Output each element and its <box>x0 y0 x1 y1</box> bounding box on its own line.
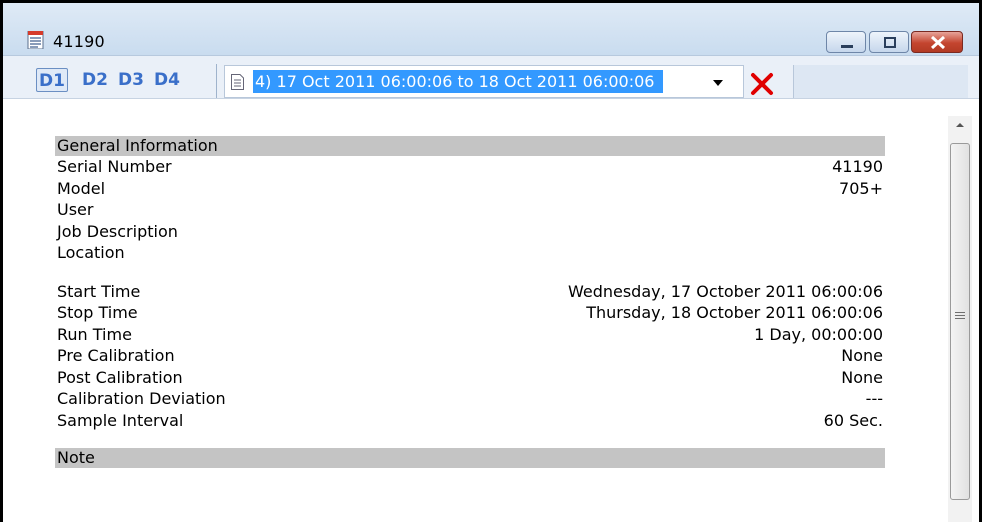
field-label: Location <box>57 243 125 262</box>
field-value: None <box>841 346 883 365</box>
info-row: User <box>55 199 885 221</box>
field-label: Pre Calibration <box>57 346 175 365</box>
scroll-thumb[interactable] <box>950 143 970 500</box>
scroll-up-arrow-icon[interactable] <box>954 121 966 129</box>
field-value: 41190 <box>832 157 883 176</box>
info-row: Calibration Deviation --- <box>55 388 885 410</box>
info-row: Job Description <box>55 221 885 243</box>
dataset-select[interactable]: 4) 17 Oct 2011 06:00:06 to 18 Oct 2011 0… <box>224 65 744 98</box>
field-value: None <box>841 367 883 387</box>
info-row: Pre Calibration None <box>55 345 885 367</box>
minimize-icon <box>841 45 853 48</box>
field-label: Stop Time <box>57 303 138 322</box>
field-label: Calibration Deviation <box>57 389 226 408</box>
timing-rows: Start Time Wednesday, 17 October 2011 06:… <box>55 281 885 432</box>
field-label: Post Calibration <box>57 367 183 387</box>
field-label: Model <box>57 178 106 198</box>
field-value: Thursday, 18 October 2011 06:00:06 <box>586 303 883 322</box>
field-value: 705+ <box>839 178 883 198</box>
close-icon <box>930 35 946 50</box>
report-body: General Information Serial Number 41190 Mo… <box>55 136 885 468</box>
title-bar[interactable]: 41190 <box>3 3 979 56</box>
info-row: Start Time Wednesday, 17 October 2011 06:… <box>55 281 885 303</box>
field-label: Run Time <box>57 324 132 344</box>
field-label: Start Time <box>57 281 141 301</box>
dataset-select-value: 4) 17 Oct 2011 06:00:06 to 18 Oct 2011 0… <box>253 70 663 93</box>
field-value: Wednesday, 17 October 2011 06:00:06 <box>567 281 883 301</box>
maximize-icon <box>884 37 896 48</box>
report-pane: General Information Serial Number 41190 Mo… <box>3 99 979 522</box>
chevron-down-icon[interactable] <box>713 80 723 86</box>
field-label: Serial Number <box>57 157 172 176</box>
info-row: Serial Number 41190 <box>55 156 885 178</box>
field-value: --- <box>865 389 883 408</box>
delete-dataset-icon[interactable] <box>750 72 774 96</box>
document-icon <box>231 74 244 90</box>
close-button[interactable] <box>911 31 963 53</box>
field-label: Job Description <box>57 221 178 241</box>
section-general-information: General Information <box>55 136 885 156</box>
window-title: 41190 <box>53 32 105 51</box>
info-row: Model 705+ <box>55 178 885 200</box>
info-row: Post Calibration None <box>55 367 885 389</box>
tab-d4[interactable]: D4 <box>152 68 182 92</box>
toolbar-divider <box>216 64 217 98</box>
document-app-icon <box>27 31 44 49</box>
minimize-button[interactable] <box>826 31 866 53</box>
toolbar-empty-area <box>793 65 968 98</box>
info-row: Stop Time Thursday, 18 October 2011 06:00… <box>55 302 885 324</box>
tab-d2[interactable]: D2 <box>80 68 110 92</box>
tab-d1[interactable]: D1 <box>36 68 68 92</box>
section-note: Note <box>55 448 885 468</box>
vertical-scrollbar[interactable] <box>948 116 972 522</box>
maximize-button[interactable] <box>869 31 909 53</box>
tab-d3[interactable]: D3 <box>116 68 146 92</box>
field-value: 60 Sec. <box>823 410 883 430</box>
info-row: Run Time 1 Day, 00:00:00 <box>55 324 885 346</box>
info-row: Location <box>55 242 885 264</box>
report-window: 41190 D1 D2 D3 D4 4) 17 Oct 2011 06:00:0… <box>0 0 982 522</box>
field-label: User <box>57 200 94 219</box>
info-row: Sample Interval 60 Sec. <box>55 410 885 432</box>
toolbar: D1 D2 D3 D4 4) 17 Oct 2011 06:00:06 to 1… <box>3 56 979 99</box>
field-value: 1 Day, 00:00:00 <box>754 324 883 344</box>
grip-icon <box>955 312 965 321</box>
field-label: Sample Interval <box>57 410 184 430</box>
general-rows: Serial Number 41190 Model 705+ User Job Descr… <box>55 156 885 264</box>
